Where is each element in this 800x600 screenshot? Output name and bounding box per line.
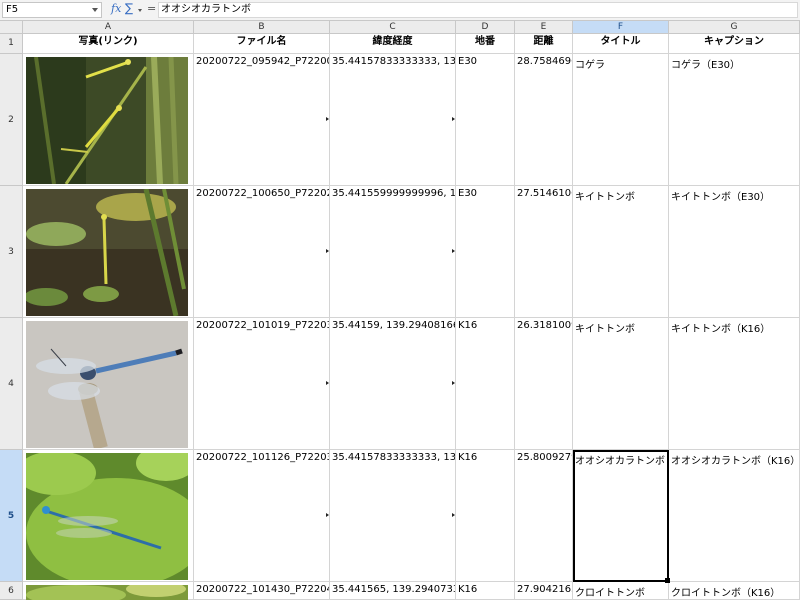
select-all-corner[interactable] xyxy=(0,21,23,34)
text-overflow-icon xyxy=(326,381,329,385)
row-header-6[interactable]: 6 xyxy=(0,582,23,600)
column-header-g[interactable]: G xyxy=(669,21,800,34)
row-header-4[interactable]: 4 xyxy=(0,318,23,450)
file-name-cell[interactable]: 20200722_100650_P7220270.jpg xyxy=(194,186,330,318)
column-header-b[interactable]: B xyxy=(194,21,330,34)
title-cell[interactable]: キイトトンボ xyxy=(573,318,669,450)
text-overflow-icon xyxy=(326,117,329,121)
header-cell-latlon[interactable]: 緯度経度 xyxy=(330,34,456,54)
title-cell[interactable]: コゲラ xyxy=(573,54,669,186)
lot-cell[interactable]: E30 xyxy=(456,186,515,318)
sum-icon[interactable]: ∑ xyxy=(125,1,133,15)
name-box[interactable]: F5 xyxy=(2,2,102,18)
header-cell-photo[interactable]: 写真(リンク) xyxy=(23,34,194,54)
header-cell-distance[interactable]: 距離 xyxy=(515,34,573,54)
column-header-a[interactable]: A xyxy=(23,21,194,34)
column-header-c[interactable]: C xyxy=(330,21,456,34)
latlon-cell[interactable]: 35.44159, 139.294081666666666 xyxy=(330,318,456,450)
text-overflow-icon xyxy=(452,513,455,517)
title-cell-selected[interactable]: オオシオカラトンボ xyxy=(573,450,669,582)
distance-cell[interactable]: 25.80092798 xyxy=(515,450,573,582)
title-cell[interactable]: クロイトトンボ xyxy=(573,582,669,600)
latlon-cell[interactable]: 35.441559999999996, 139.294 xyxy=(330,186,456,318)
caption-cell[interactable]: クロイトトンボ（K16） xyxy=(669,582,800,600)
file-name-cell[interactable]: 20200722_101019_P7220352.jpg xyxy=(194,318,330,450)
chevron-down-icon[interactable] xyxy=(92,8,98,12)
text-overflow-icon xyxy=(326,249,329,253)
row-header-3[interactable]: 3 xyxy=(0,186,23,318)
function-wizard-icon[interactable]: fx xyxy=(111,2,121,15)
text-overflow-icon xyxy=(452,249,455,253)
latlon-cell[interactable]: 35.44157833333333, 139.29416 xyxy=(330,54,456,186)
caption-cell[interactable]: オオシオカラトンボ（K16） xyxy=(669,450,800,582)
name-box-value: F5 xyxy=(6,4,19,15)
header-cell-title[interactable]: タイトル xyxy=(573,34,669,54)
damselfly-yellow-icon[interactable] xyxy=(26,57,188,184)
lot-cell[interactable]: K16 xyxy=(456,318,515,450)
header-cell-caption[interactable]: キャプション xyxy=(669,34,800,54)
file-name-cell[interactable]: 20200722_101430_P7220417.jpg xyxy=(194,582,330,600)
latlon-cell[interactable]: 35.441565, 139.29407333333333 xyxy=(330,582,456,600)
caption-cell[interactable]: キイトトンボ（E30） xyxy=(669,186,800,318)
text-overflow-icon xyxy=(452,381,455,385)
formula-input[interactable]: オオシオカラトンボ xyxy=(158,2,798,18)
row-header-2[interactable]: 2 xyxy=(0,54,23,186)
text-overflow-icon xyxy=(452,117,455,121)
fill-handle[interactable] xyxy=(665,578,670,583)
damselfly-blue-icon[interactable] xyxy=(26,453,188,580)
lot-cell[interactable]: E30 xyxy=(456,54,515,186)
header-cell-lot[interactable]: 地番 xyxy=(456,34,515,54)
file-name-cell[interactable]: 20200722_095942_P7220078.jpg xyxy=(194,54,330,186)
caption-cell[interactable]: コゲラ（E30） xyxy=(669,54,800,186)
formula-equals-icon[interactable]: = xyxy=(147,2,156,15)
caption-cell[interactable]: キイトトンボ（K16） xyxy=(669,318,800,450)
distance-cell[interactable]: 27.90421658 xyxy=(515,582,573,600)
latlon-cell[interactable]: 35.44157833333333, 139.29408 xyxy=(330,450,456,582)
lot-cell[interactable]: K16 xyxy=(456,450,515,582)
row-header-1[interactable]: 1 xyxy=(0,34,23,54)
distance-cell[interactable]: 28.75846967 xyxy=(515,54,573,186)
dragonfly-blue-icon[interactable] xyxy=(26,321,188,448)
header-cell-file[interactable]: ファイル名 xyxy=(194,34,330,54)
text-overflow-icon xyxy=(326,513,329,517)
sum-dropdown-icon[interactable] xyxy=(138,9,142,12)
column-header-e[interactable]: E xyxy=(515,21,573,34)
title-cell[interactable]: キイトトンボ xyxy=(573,186,669,318)
distance-cell[interactable]: 26.31810093 xyxy=(515,318,573,450)
file-name-cell[interactable]: 20200722_101126_P7220356.jpg xyxy=(194,450,330,582)
damselfly-yellow-icon[interactable] xyxy=(26,189,188,316)
formula-bar: F5 fx ∑ = オオシオカラトンボ xyxy=(0,0,800,21)
column-header-d[interactable]: D xyxy=(456,21,515,34)
column-header-f[interactable]: F xyxy=(573,21,669,34)
leaf-photo-icon[interactable] xyxy=(26,585,188,600)
lot-cell[interactable]: K16 xyxy=(456,582,515,600)
distance-cell[interactable]: 27.5146106 xyxy=(515,186,573,318)
row-header-5[interactable]: 5 xyxy=(0,450,23,582)
